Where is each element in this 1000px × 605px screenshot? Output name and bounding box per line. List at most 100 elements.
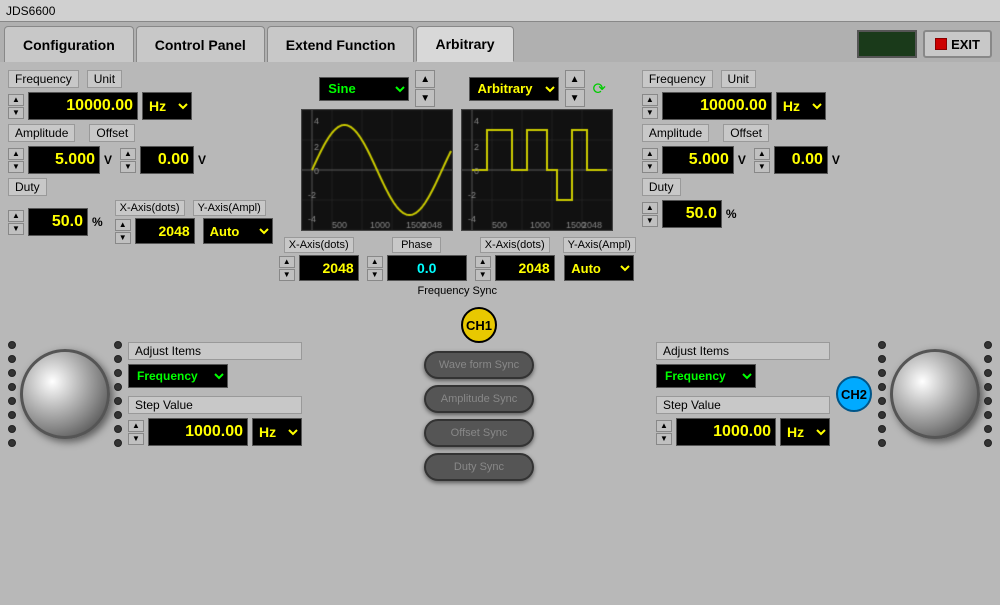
ch2-adjust-select[interactable]: FrequencyAmplitudeOffset — [656, 364, 756, 388]
freq-sync-label: Frequency Sync — [418, 285, 497, 297]
ch2-badge: CH2 — [836, 376, 872, 412]
ch2-frequency-spinner[interactable]: ▲ ▼ — [642, 94, 658, 119]
ch1-step-unit-select[interactable]: HzkHz — [252, 418, 302, 446]
ch2-amplitude-label: Amplitude — [642, 124, 709, 142]
phase-input[interactable] — [387, 255, 467, 281]
ch2-step-spinner[interactable]: ▲ ▼ — [656, 420, 672, 445]
ch1-frequency-spinner[interactable]: ▲ ▼ — [8, 94, 24, 119]
ch1-offset-unit: V — [198, 153, 206, 167]
ch2-freq-down[interactable]: ▼ — [642, 107, 658, 119]
ch1-amp-spinner[interactable]: ▲ ▼ — [8, 148, 24, 173]
ch2-frequency-input[interactable] — [662, 92, 772, 120]
ch1-duty-input[interactable] — [28, 208, 88, 236]
ch2-offset-down[interactable]: ▼ — [754, 161, 770, 173]
ch1-knob[interactable] — [20, 349, 110, 439]
phase-section: Phase ▲ ▼ — [367, 237, 467, 281]
ch2-amp-down[interactable]: ▼ — [642, 161, 658, 173]
ch1-dot-row2 — [114, 321, 122, 467]
ch2-offset-spinner[interactable]: ▲ ▼ — [754, 148, 770, 173]
ch2-yaxis-select2[interactable]: Auto — [564, 255, 634, 281]
ch1-frequency-input[interactable]: 10000.00 — [28, 92, 138, 120]
ch2-amplitude-input[interactable] — [662, 146, 734, 174]
wave-num-down[interactable]: ▼ — [415, 89, 435, 107]
ch2-dot-row2 — [984, 321, 992, 467]
ch1-amplitude-input[interactable] — [28, 146, 100, 174]
ch2-adjust-section: Adjust Items FrequencyAmplitudeOffset St… — [656, 342, 830, 446]
ch1-unit-select[interactable]: HzkHzMHz — [142, 92, 192, 120]
ch1-amp-up[interactable]: ▲ — [8, 148, 24, 160]
ch2-dot-row — [878, 321, 886, 467]
ch1-xaxis2-input[interactable] — [299, 255, 359, 281]
ch1-step-input[interactable] — [148, 418, 248, 446]
ch1-amplitude-unit: V — [104, 153, 112, 167]
exit-icon — [935, 38, 947, 50]
ch2-duty-unit: % — [726, 207, 737, 221]
ch1-offset-up[interactable]: ▲ — [120, 148, 136, 160]
tab-arbitrary[interactable]: Arbitrary — [416, 26, 513, 62]
ch2-yaxis-label2: Y-Axis(Ampl) — [563, 237, 636, 253]
ch2-amplitude-unit: V — [738, 153, 746, 167]
wave-type-select[interactable]: SineSquareRamp — [319, 77, 409, 101]
phase-label: Phase — [392, 237, 441, 253]
ch2-offset-input[interactable] — [774, 146, 828, 174]
phase-spinner[interactable]: ▲ ▼ — [367, 256, 383, 281]
ch2-duty-up[interactable]: ▲ — [642, 202, 658, 214]
ch2-amp-up[interactable]: ▲ — [642, 148, 658, 160]
arb-type-select[interactable]: Arbitrary — [469, 77, 559, 101]
ch2-freq-up[interactable]: ▲ — [642, 94, 658, 106]
ch2-offset-up[interactable]: ▲ — [754, 148, 770, 160]
ch2-xaxis-input2[interactable] — [495, 255, 555, 281]
ch1-step-spinner[interactable]: ▲ ▼ — [128, 420, 144, 445]
waveform-sync-btn[interactable]: Wave form Sync — [424, 351, 534, 379]
ch2-duty-input[interactable] — [662, 200, 722, 228]
ch2-panel: Frequency Unit ▲ ▼ HzkHzMHz Amplitude — [642, 70, 852, 228]
ch1-freq-down[interactable]: ▼ — [8, 107, 24, 119]
ch1-duty-up[interactable]: ▲ — [8, 210, 24, 222]
ch2-knob[interactable] — [890, 349, 980, 439]
tab-configuration[interactable]: Configuration — [4, 26, 134, 62]
ch1-dot-row — [8, 321, 16, 467]
ch2-duty-down[interactable]: ▼ — [642, 215, 658, 227]
refresh-icon[interactable]: ⟳ — [593, 79, 606, 99]
ch1-offset-input[interactable] — [140, 146, 194, 174]
status-indicator — [857, 30, 917, 58]
ch1-xaxis2-spinner[interactable]: ▲ ▼ — [279, 256, 295, 281]
exit-button[interactable]: EXIT — [923, 30, 992, 58]
ch1-freq-up[interactable]: ▲ — [8, 94, 24, 106]
ch2-amp-spinner[interactable]: ▲ ▼ — [642, 148, 658, 173]
ch1-xaxis-input[interactable] — [135, 218, 195, 244]
tab-extend-function[interactable]: Extend Function — [267, 26, 415, 62]
ch1-xaxis-spinner[interactable]: ▲ ▼ — [115, 219, 131, 244]
ch2-offset-label: Offset — [723, 124, 769, 142]
ch2-duty-spinner[interactable]: ▲ ▼ — [642, 202, 658, 227]
ch1-yaxis-label: Y-Axis(Ampl) — [193, 200, 266, 216]
ch2-xaxis-spinner2[interactable]: ▲ ▼ — [475, 256, 491, 281]
tab-bar: Configuration Control Panel Extend Funct… — [0, 22, 1000, 62]
ch1-offset-spinner[interactable]: ▲ ▼ — [120, 148, 136, 173]
ch1-duty-down[interactable]: ▼ — [8, 223, 24, 235]
duty-sync-btn[interactable]: Duty Sync — [424, 453, 534, 481]
ch2-step-unit-select[interactable]: HzkHz — [780, 418, 830, 446]
ch1-duty-spinner[interactable]: ▲ ▼ — [8, 210, 24, 235]
ch1-offset-down[interactable]: ▼ — [120, 161, 136, 173]
ch2-step-label: Step Value — [656, 396, 830, 414]
tab-control-panel[interactable]: Control Panel — [136, 26, 265, 62]
arb-num-down[interactable]: ▼ — [565, 89, 585, 107]
ch2-step-input[interactable] — [676, 418, 776, 446]
title-bar: JDS6600 — [0, 0, 1000, 22]
ch1-adjust-section: Adjust Items FrequencyAmplitudeOffset St… — [128, 342, 302, 446]
offset-sync-btn[interactable]: Offset Sync — [424, 419, 534, 447]
ch2-waveform-canvas — [461, 109, 613, 231]
ch1-adjust-select[interactable]: FrequencyAmplitudeOffset — [128, 364, 228, 388]
ch1-duty-unit: % — [92, 215, 103, 229]
wave-num-up[interactable]: ▲ — [415, 70, 435, 88]
arb-num-up[interactable]: ▲ — [565, 70, 585, 88]
ch2-unit-label: Unit — [721, 70, 756, 88]
ch2-unit-select[interactable]: HzkHzMHz — [776, 92, 826, 120]
ch1-amp-down[interactable]: ▼ — [8, 161, 24, 173]
ch2-offset-unit: V — [832, 153, 840, 167]
center-panel: SineSquareRamp ▲ ▼ Arbitrary — [279, 70, 636, 297]
amplitude-sync-btn[interactable]: Amplitude Sync — [424, 385, 534, 413]
ch1-yaxis-select[interactable]: Auto — [203, 218, 273, 244]
ch1-unit-label: Unit — [87, 70, 122, 88]
